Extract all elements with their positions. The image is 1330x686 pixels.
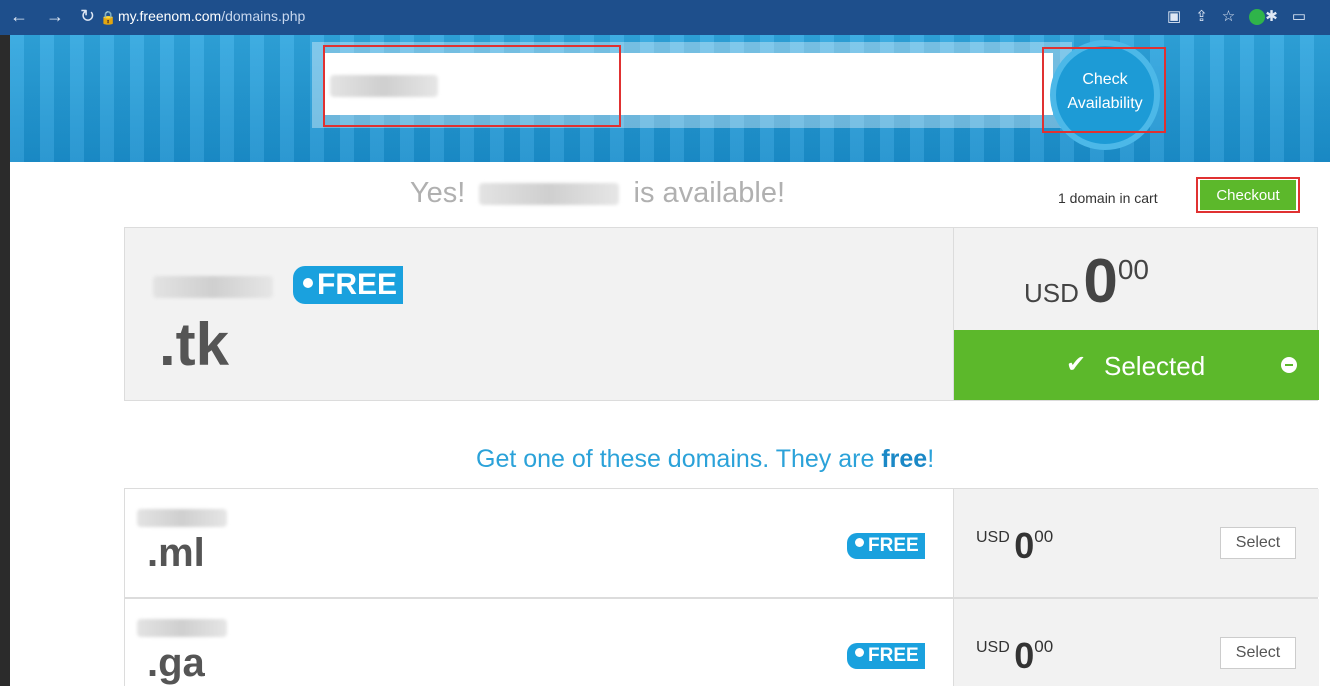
price: USD 000 <box>1024 246 1149 317</box>
price-integer: 0 <box>1014 525 1035 566</box>
browser-actions: ▣⇪☆ ✱▭ <box>1167 7 1320 26</box>
availability-suffix: is available! <box>633 177 786 209</box>
redacted-domain <box>137 619 227 637</box>
lock-icon: 🔒 <box>100 10 117 25</box>
select-button[interactable]: Select <box>1220 637 1296 669</box>
dot-icon <box>855 538 864 548</box>
hero-banner: Check Availability <box>10 35 1330 162</box>
dot-icon <box>855 648 864 658</box>
price: USD 000 <box>976 635 1053 677</box>
redacted-domain <box>330 75 438 97</box>
selected-button[interactable]: ✔ Selected <box>954 330 1319 400</box>
price-integer: 0 <box>1014 635 1035 676</box>
price-decimal: 00 <box>1034 637 1054 656</box>
checkmark-icon: ✔ <box>1066 351 1087 378</box>
check-availability-line1: Check <box>1082 71 1128 88</box>
redacted-domain <box>153 276 273 298</box>
share-icon[interactable]: ⇪ <box>1195 8 1222 25</box>
checkout-button[interactable]: Checkout <box>1200 180 1296 210</box>
promo-end: ! <box>927 445 935 473</box>
availability-prefix: Yes! <box>410 177 466 209</box>
currency: USD <box>1024 278 1079 308</box>
domain-tld: .tk <box>159 311 230 378</box>
free-label: FREE <box>868 645 919 666</box>
domain-row: .ml FREE USD 000 Select <box>124 488 1319 598</box>
free-badge: FREE <box>847 533 925 559</box>
browser-toolbar: ← → ↻ 🔒 my.freenom.com/domains.php ▣⇪☆ ✱▭ <box>0 0 1330 35</box>
price-integer: 0 <box>1083 247 1118 316</box>
bookmark-star-icon[interactable]: ☆ <box>1222 8 1249 25</box>
puzzle-extensions-icon[interactable]: ✱ <box>1265 8 1292 25</box>
free-label: FREE <box>317 268 398 301</box>
cart-count: 1 domain in cart <box>1058 190 1158 206</box>
remove-icon[interactable] <box>1281 357 1297 373</box>
address-bar[interactable]: my.freenom.com/domains.php <box>118 8 305 24</box>
window-icon[interactable]: ▭ <box>1292 8 1320 25</box>
url-path: /domains.php <box>221 8 306 24</box>
price: USD 000 <box>976 525 1053 567</box>
redacted-domain <box>479 183 620 206</box>
domain-tld: .ml <box>147 531 205 575</box>
back-arrow-icon[interactable]: ← <box>10 6 28 27</box>
domain-row: .ga FREE USD 000 Select <box>124 598 1319 686</box>
availability-message: Yes! is available! <box>410 177 785 210</box>
reload-icon[interactable]: ↻ <box>80 6 95 27</box>
promo-text: Get one of these domains. They are <box>476 445 882 473</box>
domain-tld: .ga <box>147 641 205 685</box>
selected-label: Selected <box>1104 351 1206 381</box>
url-domain: my.freenom.com <box>118 8 222 24</box>
page-content: Check Availability Yes! is available! 1 … <box>10 35 1330 686</box>
price-panel: USD 000 Select <box>953 489 1319 597</box>
price-decimal: 00 <box>1117 254 1149 285</box>
extension-icon[interactable] <box>1249 9 1266 26</box>
translate-icon[interactable]: ▣ <box>1167 8 1195 25</box>
forward-arrow-icon[interactable]: → <box>46 6 64 27</box>
free-badge: FREE <box>847 643 925 669</box>
dot-icon <box>303 278 313 289</box>
free-label: FREE <box>868 535 919 556</box>
free-badge: FREE <box>293 266 404 304</box>
check-availability-line2: Availability <box>1067 95 1143 112</box>
currency: USD <box>976 639 1010 656</box>
select-button[interactable]: Select <box>1220 527 1296 559</box>
selected-domain-card: FREE .tk USD 000 ✔ Selected <box>124 227 1319 401</box>
price-panel: USD 000 ✔ Selected <box>953 228 1319 400</box>
domain-info: FREE .tk <box>125 228 952 400</box>
promo-highlight: free <box>881 445 928 473</box>
check-availability-button[interactable]: Check Availability <box>1050 40 1160 150</box>
currency: USD <box>976 529 1010 546</box>
price-panel: USD 000 Select <box>953 599 1319 686</box>
price-decimal: 00 <box>1034 527 1054 546</box>
redacted-domain <box>137 509 227 527</box>
promo-heading: Get one of these domains. They are free! <box>476 445 934 474</box>
